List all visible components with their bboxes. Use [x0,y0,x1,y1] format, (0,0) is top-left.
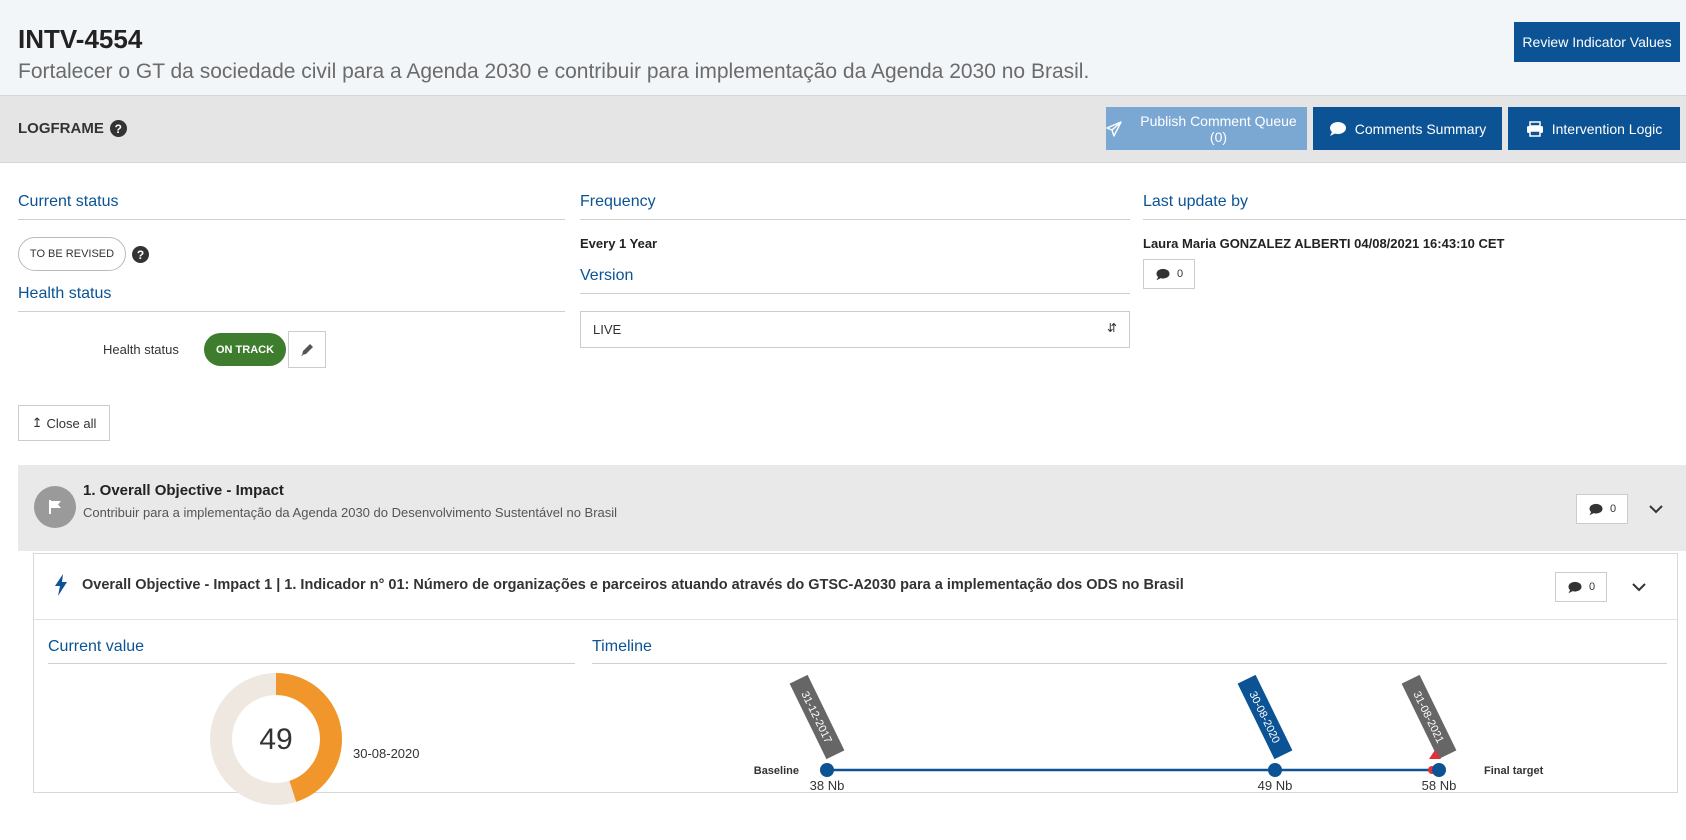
intervention-logic-label: Intervention Logic [1551,120,1663,137]
intervention-logic-button[interactable]: Intervention Logic [1508,107,1680,150]
timeline-value: 38 Nb [810,778,845,793]
health-status-label: Health status [103,342,179,357]
indicator-title: Overall Objective - Impact 1 | 1. Indica… [82,577,1184,593]
arrow-up-icon: ↥ [31,415,43,430]
version-label: Version [580,267,634,284]
divider [580,219,1130,220]
comment-icon [1329,121,1346,136]
comment-icon [1156,268,1170,280]
objective-description: Contribuir para a implementação da Agend… [83,505,618,520]
objective-title: 1. Overall Objective - Impact [83,482,284,499]
edit-health-status-button[interactable] [288,331,326,368]
timeline-point[interactable] [1268,763,1282,777]
divider [580,293,1130,294]
comment-count: 0 [1588,581,1596,593]
timeline-date-tag: 31-12-2017 [789,674,845,760]
comment-icon [1568,581,1582,593]
timeline-point[interactable] [1432,763,1446,777]
intervention-code: INTV-4554 [18,24,143,54]
bolt-icon [55,574,67,596]
timeline-date-tag: 30-08-2020 [1237,674,1293,760]
baseline-label: Baseline [754,765,799,777]
question-circle-icon[interactable]: ? [132,246,149,263]
timeline-point[interactable] [820,763,834,777]
flag-icon [34,486,76,528]
health-status-badge: ON TRACK [204,333,286,366]
logframe-title-label: LOGFRAME [18,120,104,137]
current-value-date: 30-08-2020 [353,746,420,761]
print-icon [1526,120,1543,137]
review-button-label: Review Indicator Values [1522,34,1672,50]
select-arrows-icon: ⇵ [1106,321,1117,335]
current-status-badge: TO BE REVISED [18,237,126,271]
version-selected-value: LIVE [593,322,622,337]
logframe-title: LOGFRAME ? [18,120,127,137]
current-value-donut: 49 [210,673,342,805]
final-target-label: Final target [1484,765,1544,777]
indicator-comments-button[interactable]: 0 [1555,572,1607,602]
indicator-timeline: Baseline Final target 31-12-2017 38 Nb 30-… [754,674,1544,793]
timeline-value: 58 Nb [1422,778,1457,793]
divider [592,663,1667,664]
page-header: INTV-4554 Fortalecer o GT da sociedade c… [0,0,1686,95]
divider [1143,219,1686,220]
comments-summary-button[interactable]: Comments Summary [1313,107,1502,150]
review-indicator-values-button[interactable]: Review Indicator Values [1514,22,1680,62]
logframe-bar: LOGFRAME ? Publish Comment Queue (0) Com… [0,95,1686,163]
last-update-label: Last update by [1143,193,1248,210]
timeline-date-tag: 31-08-2021 [1401,674,1457,760]
comment-count: 0 [1609,503,1617,515]
indicator-card: Overall Objective - Impact 1 | 1. Indica… [33,553,1678,805]
comment-count: 0 [1176,268,1184,280]
divider [18,311,565,312]
version-select[interactable]: LIVE ⇵ [580,311,1130,348]
objective-panel-header[interactable]: 1. Overall Objective - Impact Contribuir… [18,465,1686,551]
chevron-down-icon[interactable] [1631,579,1647,595]
divider [48,663,575,664]
question-circle-icon[interactable]: ? [109,120,127,137]
frequency-label: Frequency [580,193,656,210]
timeline-label: Timeline [592,638,652,655]
health-status-heading: Health status [18,285,112,302]
current-status-label: Current status [18,193,119,210]
divider [18,219,565,220]
last-update-comments-button[interactable]: 0 [1143,259,1195,289]
last-update-value: Laura Maria GONZALEZ ALBERTI 04/08/2021 … [1143,236,1505,251]
paper-plane-icon [1106,120,1122,137]
current-value-number: 49 [259,723,292,756]
indicator-header[interactable]: Overall Objective - Impact 1 | 1. Indica… [34,554,1677,620]
timeline-value: 49 Nb [1258,778,1293,793]
publish-comment-queue-button[interactable]: Publish Comment Queue (0) [1106,107,1307,150]
comments-summary-label: Comments Summary [1354,120,1487,137]
objective-comments-button[interactable]: 0 [1576,494,1628,524]
frequency-value: Every 1 Year [580,236,658,251]
publish-button-label: Publish Comment Queue (0) [1140,112,1297,145]
page: INTV-4554 Fortalecer o GT da sociedade c… [0,0,1686,840]
close-all-button[interactable]: ↥ Close all [18,405,110,441]
close-all-label: Close all [46,415,97,431]
current-value-label: Current value [48,638,145,655]
chevron-down-icon[interactable] [1648,501,1664,517]
comment-icon [1589,503,1603,515]
intervention-title: Fortalecer o GT da sociedade civil para … [18,60,1090,83]
pencil-icon [301,343,313,356]
